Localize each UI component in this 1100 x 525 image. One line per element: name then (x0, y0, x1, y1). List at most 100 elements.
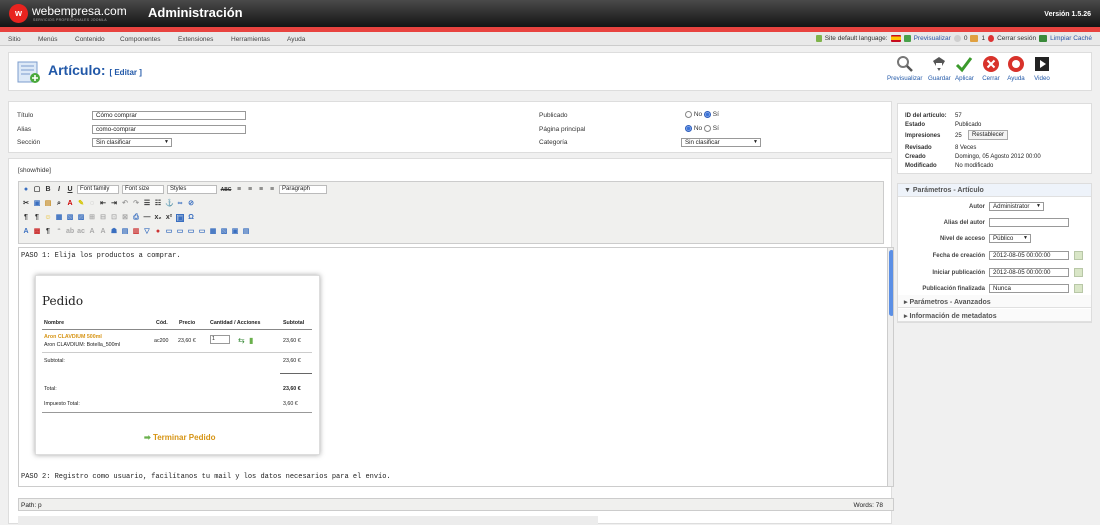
cell-props-icon[interactable]: ⊡ (110, 214, 118, 222)
code-icon[interactable]: ▤ (242, 228, 250, 236)
outdent-icon[interactable]: ⇤ (99, 200, 107, 208)
abbr-icon[interactable]: ab (66, 228, 74, 236)
categoria-select[interactable]: Sin clasificar ▼ (681, 138, 761, 147)
highlight-icon[interactable]: ✎ (77, 200, 85, 208)
fullscreen-icon[interactable]: ▣ (176, 213, 184, 222)
print-icon[interactable]: ⎙ (132, 214, 140, 222)
metadatos-header[interactable]: ▸ Información de metadatos (898, 309, 1091, 322)
attributes-icon[interactable]: ☗ (110, 228, 118, 236)
menu-menus[interactable]: Menús (38, 36, 58, 43)
superscript-icon[interactable]: x² (165, 214, 173, 222)
editor-content[interactable]: PASO 1: Elija los productos a comprar. P… (18, 247, 894, 487)
calendar-icon[interactable] (1074, 251, 1083, 260)
row-props-icon[interactable]: ⊟ (99, 214, 107, 222)
numbered-list-icon[interactable]: ☷ (154, 200, 162, 208)
menu-ayuda[interactable]: Ayuda (287, 36, 305, 43)
spellcheck-icon[interactable]: ▩ (33, 228, 41, 236)
styles-select[interactable]: Styles (167, 185, 217, 194)
page-break-icon[interactable]: ▦ (209, 228, 217, 236)
table-icon[interactable]: ⊞ (88, 214, 96, 222)
fecha-creacion-input[interactable]: 2012-08-05 00:00:00 (989, 251, 1069, 260)
editor-scrollbar[interactable] (887, 248, 893, 486)
link-icon[interactable]: ∞ (176, 200, 184, 208)
save-button[interactable]: Guardar (928, 55, 951, 82)
visual-aid-icon[interactable]: A (22, 228, 30, 236)
menu-sitio[interactable]: Sitio (8, 36, 21, 43)
bullet-list-icon[interactable]: ☰ (143, 200, 151, 208)
underline-icon[interactable]: U (66, 186, 74, 194)
users-count[interactable]: 1 (981, 35, 985, 42)
menu-herramientas[interactable]: Herramientas (231, 36, 270, 43)
nivel-acceso-select[interactable]: Público ▼ (989, 234, 1031, 243)
params-avanzados-header[interactable]: ▸ Parámetros - Avanzados (898, 295, 1091, 308)
emoticon-icon[interactable]: ☺ (44, 214, 52, 222)
help-icon[interactable]: ● (22, 186, 30, 194)
close-button[interactable]: Cerrar (982, 55, 1000, 82)
logout-link[interactable]: Cerrar sesión (997, 35, 1036, 42)
help-button[interactable]: Ayuda (1007, 55, 1025, 82)
menu-componentes[interactable]: Componentes (120, 36, 160, 43)
spain-flag-icon[interactable] (890, 35, 901, 42)
messages-count[interactable]: 0 (964, 35, 968, 42)
nonbreaking-icon[interactable]: ● (154, 228, 162, 236)
titulo-input[interactable]: Cómo comprar (92, 111, 246, 120)
publicado-si-radio[interactable] (703, 111, 711, 118)
layer-icon[interactable]: ▤ (121, 228, 129, 236)
preview-editor-icon[interactable]: ▣ (231, 228, 239, 236)
new-document-icon[interactable]: ▢ (33, 186, 41, 194)
absolute-icon[interactable]: ▭ (198, 228, 206, 236)
image-icon[interactable]: ▦ (55, 214, 63, 222)
publicado-no-radio[interactable] (685, 111, 692, 118)
strikethrough-icon[interactable]: ABC (220, 186, 232, 194)
params-articulo-header[interactable]: ▼ Parámetros - Artículo (898, 184, 1091, 197)
pagina-si-radio[interactable] (703, 125, 711, 132)
align-left-icon[interactable]: ≡ (235, 186, 243, 194)
ltr-icon[interactable]: ¶ (22, 214, 30, 222)
style-props-icon[interactable]: ▽ (143, 228, 151, 236)
preview-button[interactable]: Previsualizar (887, 55, 922, 82)
apply-button[interactable]: Aplicar (955, 55, 974, 82)
copy-icon[interactable]: ▣ (33, 200, 41, 208)
redo-icon[interactable]: ↷ (132, 200, 140, 208)
preview-link[interactable]: Previsualizar (914, 35, 951, 42)
menu-contenido[interactable]: Contenido (75, 36, 105, 43)
italic-icon[interactable]: I (55, 186, 63, 194)
menu-extensiones[interactable]: Extensiones (178, 36, 213, 43)
format-select[interactable]: Paragraph (279, 185, 327, 194)
publicacion-finalizada-input[interactable]: Nunca (989, 284, 1069, 293)
align-right-icon[interactable]: ≡ (257, 186, 265, 194)
insert-layer-icon[interactable]: ▭ (165, 228, 173, 236)
insert-row-icon[interactable]: ⊠ (121, 214, 129, 222)
font-size-select[interactable]: Font size (122, 185, 164, 194)
font-family-select[interactable]: Font family (77, 185, 119, 194)
seccion-select[interactable]: Sin clasificar ▼ (92, 138, 172, 147)
pagina-no-radio[interactable] (685, 125, 692, 132)
acronym-icon[interactable]: ac (77, 228, 85, 236)
cut-icon[interactable]: ✂ (22, 200, 30, 208)
readmore-icon[interactable]: ▧ (220, 228, 228, 236)
anchor-icon[interactable]: ⚓ (165, 200, 174, 208)
special-char-icon[interactable]: Ω (187, 214, 195, 222)
rtl-icon[interactable]: ¶ (33, 214, 41, 222)
video-button[interactable]: Video (1033, 55, 1051, 82)
find-icon[interactable]: ⌕ (55, 200, 63, 208)
cite-icon[interactable]: “ (55, 228, 63, 236)
align-justify-icon[interactable]: ≡ (268, 186, 276, 194)
clear-icon[interactable]: ◌ (88, 200, 96, 208)
autor-select[interactable]: Administrator ▼ (989, 202, 1044, 211)
calendar-icon[interactable] (1074, 284, 1083, 293)
restablecer-button[interactable]: Restablecer (968, 130, 1009, 140)
horizontal-rule-icon[interactable]: — (143, 214, 151, 222)
show-blocks-icon[interactable]: ¶ (44, 228, 52, 236)
edit-image-icon[interactable]: ▨ (77, 214, 85, 222)
calendar-icon[interactable] (1074, 268, 1083, 277)
template-icon[interactable]: ▥ (132, 228, 140, 236)
paste-icon[interactable]: ▤ (44, 200, 52, 208)
undo-icon[interactable]: ↶ (121, 200, 129, 208)
subscript-icon[interactable]: x₂ (154, 214, 162, 222)
iniciar-publicacion-input[interactable]: 2012-08-05 00:00:00 (989, 268, 1069, 277)
font-color-icon[interactable]: A (66, 200, 74, 208)
indent-icon[interactable]: ⇥ (110, 200, 118, 208)
del-icon[interactable]: A (88, 228, 96, 236)
ins-icon[interactable]: A (99, 228, 107, 236)
